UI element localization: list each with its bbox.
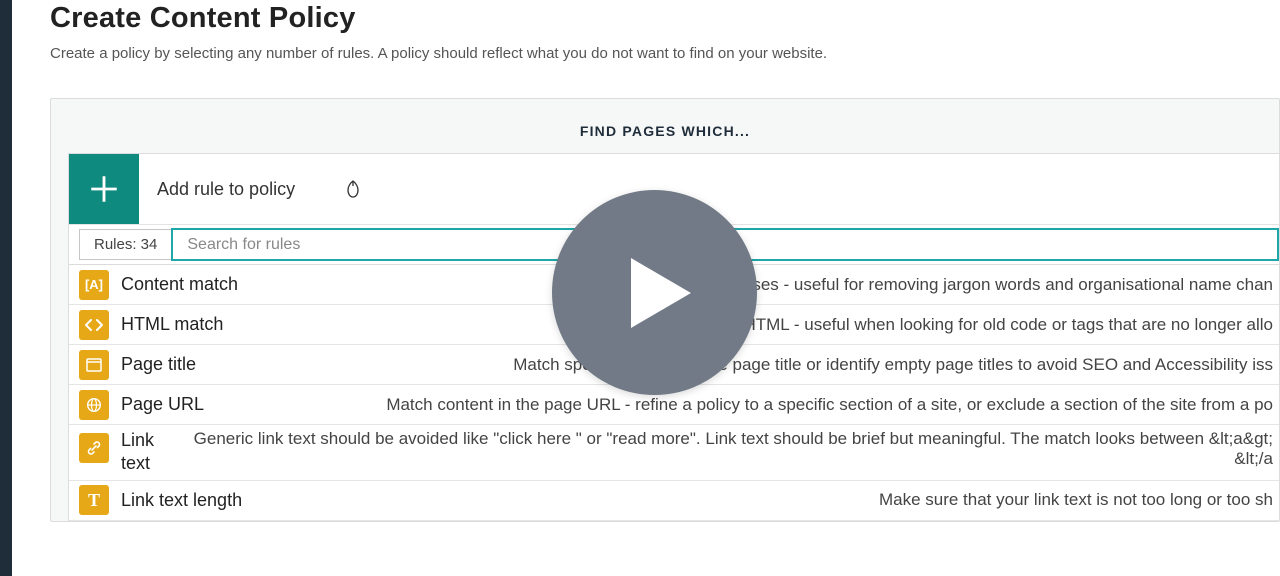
rule-desc: ontent in HTML - useful when looking for… <box>235 315 1273 335</box>
content-match-icon: [A] <box>79 270 109 300</box>
play-icon <box>621 253 701 333</box>
left-nav-rail[interactable] <box>0 0 12 576</box>
link-text-icon <box>79 433 109 463</box>
rule-desc: Match specific content in the page title… <box>208 355 1273 375</box>
page-title-icon <box>79 350 109 380</box>
rule-row-link-text[interactable]: Linktext Generic link text should be avo… <box>69 425 1279 481</box>
rule-label: Linktext <box>121 429 154 476</box>
rule-label: Content match <box>121 274 238 295</box>
link-text-length-icon: T <box>79 485 109 515</box>
panel-heading: FIND PAGES WHICH... <box>51 99 1279 153</box>
rule-label: HTML match <box>121 314 223 335</box>
rule-desc: Match content in the page URL - refine a… <box>216 395 1273 415</box>
page-url-icon <box>79 390 109 420</box>
add-rule-button[interactable] <box>69 154 139 224</box>
rule-desc: Make sure that your link text is not too… <box>254 490 1273 510</box>
rule-desc: Mat phrases - useful for removing jargon… <box>250 275 1273 295</box>
html-match-icon <box>79 310 109 340</box>
plus-icon <box>87 172 121 206</box>
rules-count-badge: Rules: 34 <box>79 229 171 260</box>
rule-desc: Generic link text should be avoided like… <box>166 429 1273 469</box>
rule-label: Page URL <box>121 394 204 415</box>
play-video-button[interactable] <box>552 190 757 395</box>
page-title: Create Content Policy <box>50 2 1280 35</box>
page-subtitle: Create a policy by selecting any number … <box>50 45 1280 62</box>
add-rule-label: Add rule to policy <box>157 179 295 200</box>
rule-label: Link text length <box>121 490 242 511</box>
rule-label: Page title <box>121 354 196 375</box>
rule-row-link-text-length[interactable]: T Link text length Make sure that your l… <box>69 481 1279 521</box>
cursor-icon <box>345 180 361 198</box>
